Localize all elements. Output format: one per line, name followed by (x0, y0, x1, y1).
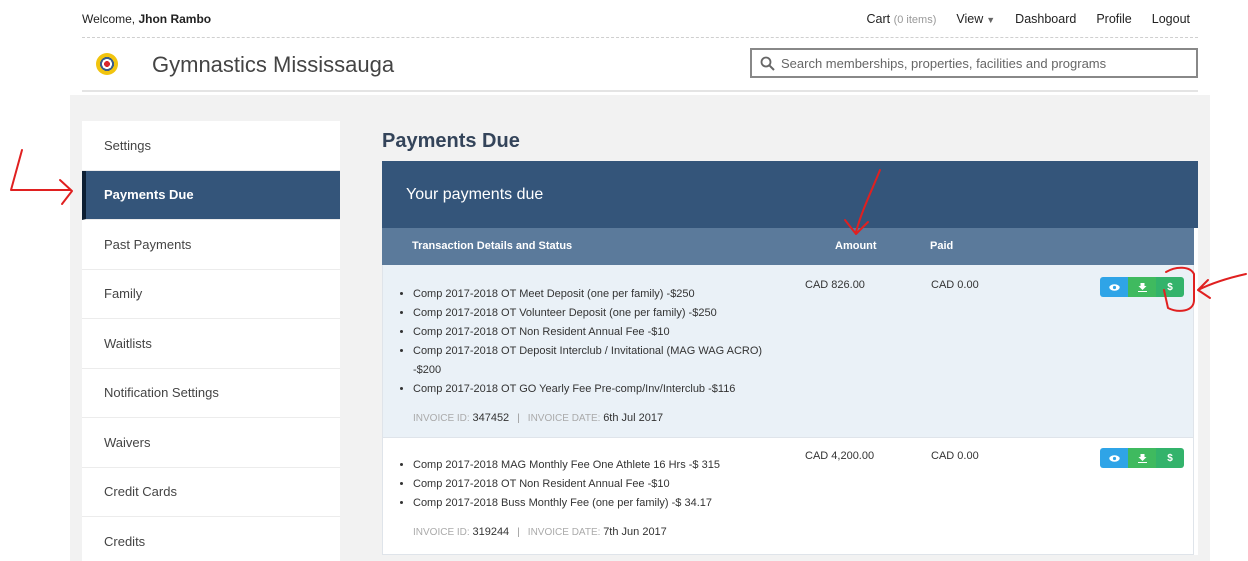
invoice-item: Comp 2017-2018 OT Meet Deposit (one per … (413, 285, 779, 304)
profile-link[interactable]: Profile (1096, 12, 1131, 26)
dollar-icon: $ (1167, 281, 1173, 293)
download-invoice-button[interactable] (1128, 277, 1156, 297)
invoice-item: Comp 2017-2018 MAG Monthly Fee One Athle… (413, 456, 779, 475)
download-icon (1137, 282, 1147, 292)
invoice-item: Comp 2017-2018 OT Volunteer Deposit (one… (413, 304, 779, 323)
invoice-items: Comp 2017-2018 MAG Monthly Fee One Athle… (399, 456, 779, 513)
invoice-date: 6th Jul 2017 (603, 412, 664, 424)
invoice-paid: CAD 0.00 (931, 450, 979, 462)
sidebar-item-credits[interactable]: Credits (82, 517, 340, 561)
invoice-meta: INVOICE ID: 347452 | INVOICE DATE: 6th Jul… (413, 412, 664, 424)
invoice-item: Comp 2017-2018 OT GO Yearly Fee Pre-comp… (413, 380, 779, 399)
sidebar-item-notification-settings[interactable]: Notification Settings (82, 368, 340, 418)
view-invoice-button[interactable] (1100, 277, 1128, 297)
welcome-text: Welcome, Jhon Rambo (82, 12, 211, 26)
annotation-arrow-left (10, 149, 73, 205)
payments-panel: Your payments due Transaction Details an… (382, 161, 1198, 555)
sidebar-item-past-payments[interactable]: Past Payments (82, 220, 340, 270)
invoice-amount: CAD 826.00 (805, 279, 865, 291)
logout-link[interactable]: Logout (1152, 12, 1190, 26)
brand-name[interactable]: Gymnastics Mississauga (152, 52, 394, 78)
sidebar: Settings Payments Due Past Payments Fami… (82, 121, 340, 561)
eye-icon (1108, 283, 1120, 291)
view-dropdown[interactable]: View ▼ (956, 12, 995, 26)
welcome-prefix: Welcome, (82, 12, 139, 26)
pay-invoice-button[interactable]: $ (1156, 277, 1184, 297)
sidebar-item-waivers[interactable]: Waivers (82, 418, 340, 468)
column-paid: Paid (930, 240, 954, 252)
sidebar-item-payments-due[interactable]: Payments Due (82, 170, 340, 220)
invoice-item: Comp 2017-2018 OT Non Resident Annual Fe… (413, 323, 779, 342)
invoice-id-label: INVOICE ID: (413, 527, 470, 538)
sidebar-item-credit-cards[interactable]: Credit Cards (82, 467, 340, 517)
invoice-date: 7th Jun 2017 (603, 526, 667, 538)
download-invoice-button[interactable] (1128, 448, 1156, 468)
caret-down-icon: ▼ (986, 15, 996, 25)
search-box[interactable] (750, 48, 1198, 78)
invoice-meta: INVOICE ID: 319244 | INVOICE DATE: 7th Jun… (413, 526, 667, 538)
column-details: Transaction Details and Status (412, 240, 573, 252)
dashboard-link[interactable]: Dashboard (1015, 12, 1076, 26)
pay-invoice-button[interactable]: $ (1156, 448, 1184, 468)
invoice-item: Comp 2017-2018 Buss Monthly Fee (one per… (413, 494, 779, 513)
invoice-id-label: INVOICE ID: (413, 413, 470, 424)
dollar-icon: $ (1167, 452, 1173, 464)
invoice-item: Comp 2017-2018 OT Deposit Interclub / In… (413, 342, 779, 380)
invoice-items: Comp 2017-2018 OT Meet Deposit (one per … (399, 285, 779, 399)
eye-icon (1108, 454, 1120, 462)
sidebar-item-family[interactable]: Family (82, 269, 340, 319)
view-label: View (956, 12, 984, 26)
invoice-amount: CAD 4,200.00 (805, 450, 875, 462)
cart-link[interactable]: Cart (0 items) (866, 12, 936, 26)
invoice-date-label: INVOICE DATE: (527, 527, 601, 538)
search-input[interactable] (781, 55, 1181, 71)
invoice-id: 319244 (472, 526, 510, 538)
column-amount: Amount (835, 240, 877, 252)
top-nav: Cart (0 items) View ▼ Dashboard Profile L… (866, 12, 1190, 26)
invoice-actions: $ (1100, 277, 1184, 297)
cart-count: (0 items) (893, 14, 937, 26)
table-header: Transaction Details and Status Amount Pa… (382, 228, 1194, 265)
invoice-date-label: INVOICE DATE: (527, 413, 601, 424)
sidebar-item-waitlists[interactable]: Waitlists (82, 319, 340, 369)
invoice-actions: $ (1100, 448, 1184, 468)
club-logo-icon[interactable] (96, 53, 118, 75)
invoice-row: Comp 2017-2018 OT Meet Deposit (one per … (382, 265, 1194, 438)
invoice-id: 347452 (472, 412, 510, 424)
invoice-item: Comp 2017-2018 OT Non Resident Annual Fe… (413, 475, 779, 494)
invoice-paid: CAD 0.00 (931, 279, 979, 291)
cart-label: Cart (866, 12, 891, 26)
view-invoice-button[interactable] (1100, 448, 1128, 468)
panel-title: Your payments due (382, 161, 1198, 228)
top-bar: Welcome, Jhon Rambo Cart (0 items) View ▼… (82, 0, 1198, 38)
search-icon (760, 56, 775, 71)
user-name: Jhon Rambo (138, 12, 212, 26)
main-content: Payments Due Your payments due Transacti… (382, 121, 1200, 555)
brand-bar: Gymnastics Mississauga (82, 38, 1198, 92)
page-title: Payments Due (382, 130, 520, 152)
download-icon (1137, 453, 1147, 463)
sidebar-item-settings[interactable]: Settings (82, 121, 340, 171)
invoice-row: Comp 2017-2018 MAG Monthly Fee One Athle… (382, 438, 1194, 555)
